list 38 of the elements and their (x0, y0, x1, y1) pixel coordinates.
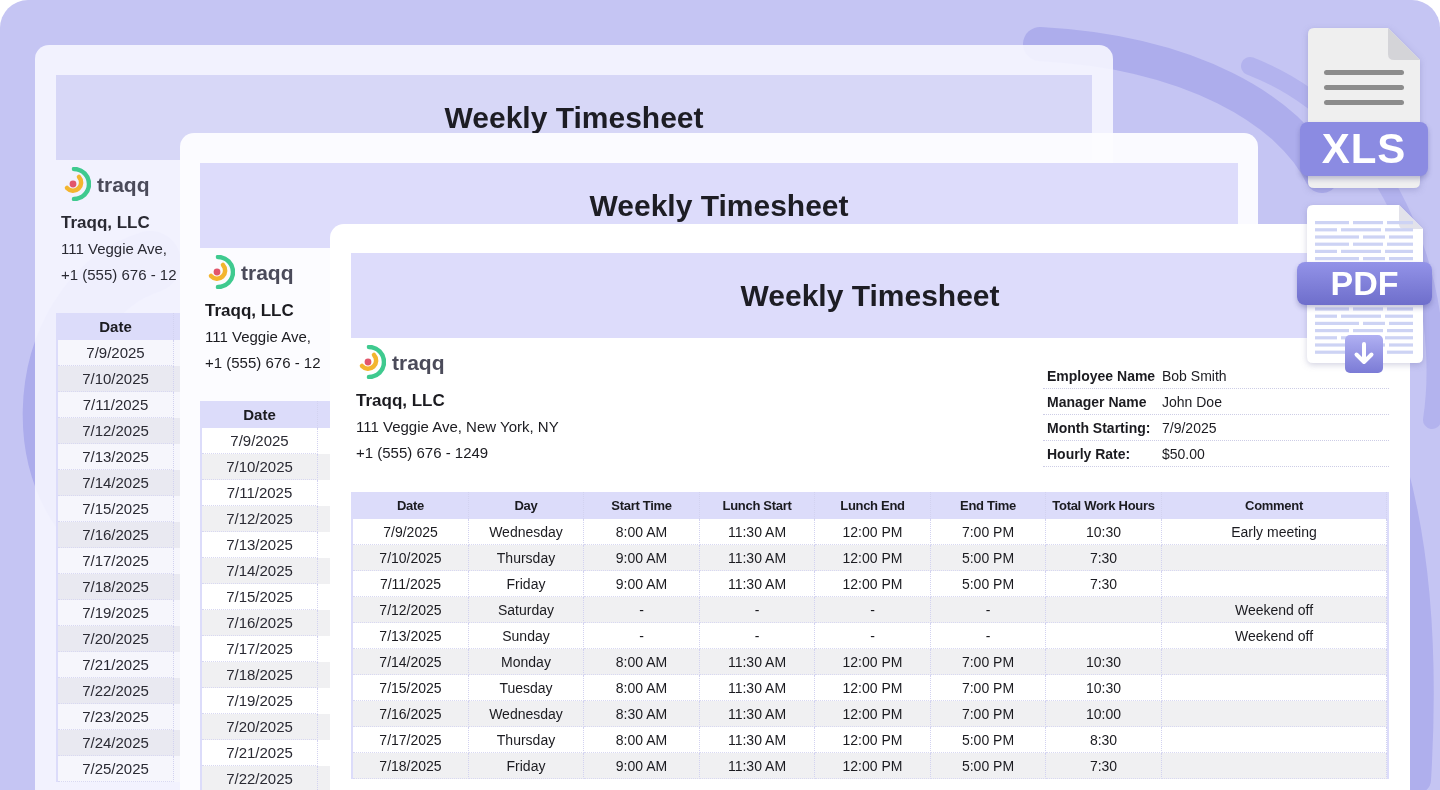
company-phone: +1 (555) 676 - 12 (61, 265, 177, 285)
logo-wordmark: traqq (392, 351, 445, 373)
logo-wordmark: traqq (97, 173, 150, 195)
table-cell: 7/25/2025 (58, 756, 174, 782)
company-address: 111 Veggie Ave, (205, 327, 311, 347)
table-cell: 7:30 (1046, 753, 1162, 779)
sheet-title: Weekly Timesheet (589, 190, 849, 221)
file-type-badge: PDF (1297, 262, 1432, 305)
company-name: Traqq, LLC (205, 300, 294, 322)
sheet-title: Weekly Timesheet (444, 102, 704, 133)
company-address: 111 Veggie Ave, New York, NY (356, 417, 559, 437)
table-cell: 7/18/2025 (353, 753, 469, 779)
detail-label: Employee Name (1046, 367, 1157, 384)
detail-label: Manager Name (1046, 393, 1148, 410)
file-type-badge: XLS (1300, 122, 1428, 176)
table-cell: 12:00 PM (815, 753, 931, 779)
detail-label: Hourly Rate: (1046, 445, 1132, 462)
rings-logo-icon (207, 255, 235, 289)
table-cell: 7/22/2025 (202, 766, 318, 790)
table-cell: 9:00 AM (584, 753, 700, 779)
detail-value: 7/9/2025 (1161, 419, 1217, 436)
download-icon (1345, 335, 1383, 373)
rings-logo-icon (63, 167, 91, 201)
sheet-title: Weekly Timesheet (740, 280, 1000, 311)
company-phone: +1 (555) 676 - 1249 (356, 443, 489, 463)
logo-wordmark: traqq (241, 261, 294, 283)
table-cell: 11:30 AM (700, 753, 815, 779)
company-name: Traqq, LLC (61, 212, 150, 234)
company-name: Traqq, LLC (356, 390, 445, 412)
detail-value: $50.00 (1161, 445, 1205, 462)
company-address: 111 Veggie Ave, (61, 239, 167, 259)
rings-logo-icon (358, 345, 386, 379)
table-cell: Friday (469, 753, 584, 779)
detail-value: John Doe (1161, 393, 1222, 410)
detail-label: Month Starting: (1046, 419, 1152, 436)
company-phone: +1 (555) 676 - 12 (205, 353, 321, 373)
table-cell: 5:00 PM (931, 753, 1046, 779)
detail-value: Bob Smith (1161, 367, 1227, 384)
